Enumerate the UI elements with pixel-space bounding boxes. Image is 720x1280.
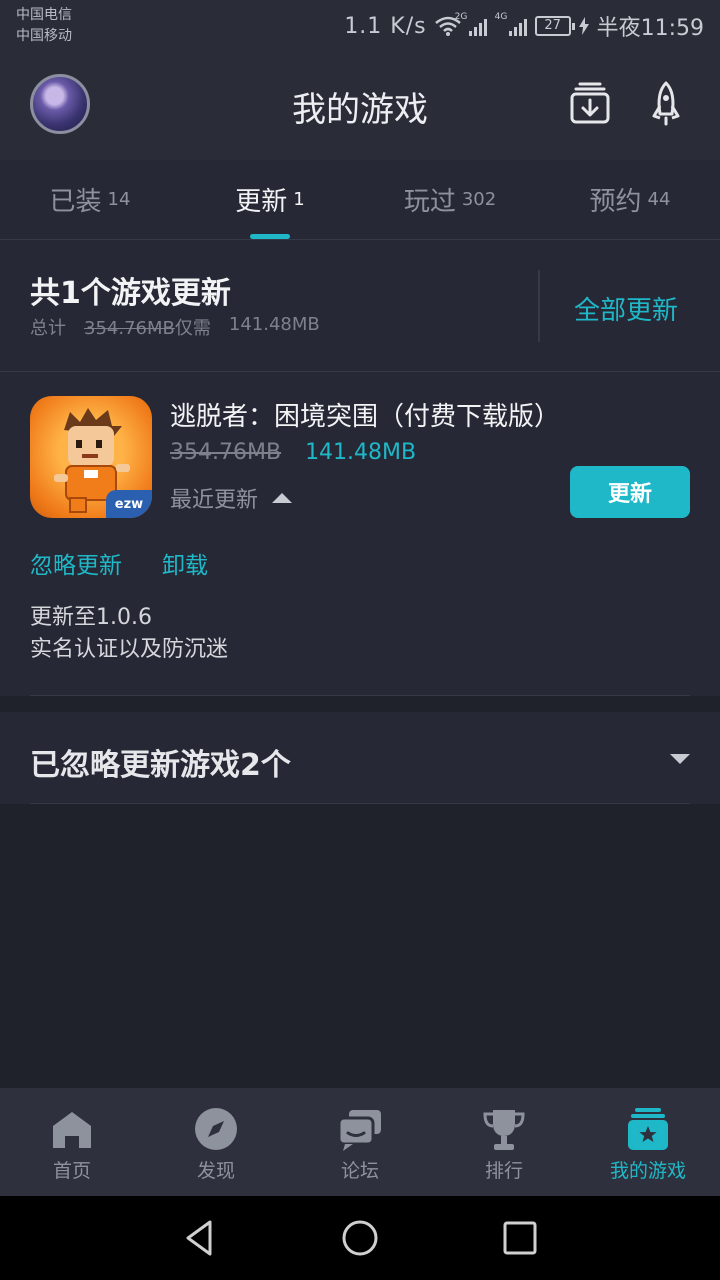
update-notes: 更新至1.0.6 实名认证以及防沉迷 [30, 602, 228, 666]
carrier-info: 中国电信 中国移动 [16, 5, 72, 47]
signal-4g-icon: 4G [495, 12, 527, 36]
tab-count: 1 [293, 189, 305, 210]
forum-icon [337, 1110, 381, 1151]
back-icon[interactable] [180, 1218, 220, 1258]
network-speed: 1.1 K/s [344, 13, 427, 39]
divider [538, 270, 540, 342]
nav-label: 首页 [52, 1160, 91, 1182]
net-type-4g: 4G [494, 12, 508, 22]
trophy-icon [483, 1110, 525, 1150]
nav-label: 发现 [196, 1160, 235, 1182]
update-all-button[interactable]: 全部更新 [574, 290, 678, 327]
tab-count: 302 [461, 189, 497, 210]
new-size: 141.48MB [305, 440, 417, 465]
recent-update-toggle[interactable]: 最近更新 [170, 482, 293, 514]
tab-label: 已装 [49, 187, 102, 217]
compass-icon [195, 1108, 237, 1150]
charging-icon [578, 17, 589, 35]
divider [30, 803, 690, 804]
nav-my-games[interactable]: 我的游戏 [576, 1088, 720, 1196]
game-title[interactable]: 逃脱者：困境突围（付费下载版） [170, 396, 560, 433]
nav-label: 我的游戏 [609, 1160, 686, 1182]
app-header: 我的游戏 [0, 52, 720, 160]
net-type-2g: 2G [454, 12, 468, 22]
tab-label: 玩过 [403, 187, 456, 217]
tab-label: 预约 [589, 187, 642, 217]
update-summary: 共1个游戏更新 总计 354.76MB仅需 141.48MB 全部更新 [0, 240, 720, 372]
old-size: 354.76MB [170, 440, 282, 465]
carrier-1: 中国电信 [16, 7, 72, 23]
my-games-icon [628, 1108, 668, 1150]
home-button-icon[interactable] [340, 1218, 380, 1258]
home-icon [53, 1112, 91, 1148]
divider [30, 695, 690, 696]
tab-label: 更新 [235, 187, 288, 217]
version-note: 更新至1.0.6 [30, 605, 152, 630]
collapse-arrow-icon [272, 493, 293, 503]
system-navigation-bar [0, 1196, 720, 1280]
uninstall-link[interactable]: 卸载 [162, 546, 208, 580]
ezw-badge: ezw [106, 490, 152, 518]
ignored-title: 已忽略更新游戏2个 [30, 748, 291, 783]
signal-2g-icon: 2G [455, 12, 487, 36]
nav-discover[interactable]: 发现 [144, 1088, 288, 1196]
nav-forum[interactable]: 论坛 [288, 1088, 432, 1196]
ignored-updates-section[interactable]: 已忽略更新游戏2个 [0, 712, 720, 804]
rocket-icon[interactable] [642, 80, 690, 128]
badge-text: ezw [114, 496, 144, 512]
bottom-navigation: 首页 发现 论坛 排行 我的游戏 [0, 1088, 720, 1196]
nav-home[interactable]: 首页 [0, 1088, 144, 1196]
game-actions: 忽略更新 卸载 [30, 546, 208, 580]
needed-size: 141.48MB [228, 314, 320, 335]
game-icon[interactable]: ezw [30, 396, 152, 518]
nav-label: 论坛 [340, 1160, 379, 1182]
carrier-2: 中国移动 [16, 28, 72, 44]
tab-updates[interactable]: 更新 1 [180, 160, 360, 239]
recents-icon[interactable] [500, 1218, 540, 1258]
summary-title: 共1个游戏更新 [30, 276, 231, 311]
tab-count: 44 [647, 189, 671, 210]
tab-reserved[interactable]: 预约 44 [540, 160, 720, 239]
status-bar: 中国电信 中国移动 1.1 K/s 2G 4G 27 半夜11:59 [0, 0, 720, 52]
summary-sizes: 总计 354.76MB仅需 141.48MB [30, 314, 320, 340]
tab-installed[interactable]: 已装 14 [0, 160, 180, 239]
total-label: 总计 [30, 318, 66, 339]
download-manager-icon[interactable] [566, 80, 614, 128]
tab-count: 14 [107, 189, 131, 210]
change-note: 实名认证以及防沉迷 [30, 637, 229, 662]
expand-arrow-icon [670, 754, 690, 764]
ignore-update-link[interactable]: 忽略更新 [30, 546, 122, 580]
nav-ranking[interactable]: 排行 [432, 1088, 576, 1196]
tab-bar: 已装 14 更新 1 玩过 302 预约 44 [0, 160, 720, 240]
clock: 半夜11:59 [596, 16, 704, 41]
update-button[interactable]: 更新 [570, 466, 690, 518]
game-update-card: ezw 逃脱者：困境突围（付费下载版） 354.76MB 141.48MB 最近… [0, 372, 720, 696]
tab-played[interactable]: 玩过 302 [360, 160, 540, 239]
status-indicators: 1.1 K/s 2G 4G 27 半夜11:59 [344, 8, 704, 44]
game-sizes: 354.76MB 141.48MB [170, 440, 416, 465]
total-size: 354.76MB [84, 318, 175, 339]
nav-label: 排行 [484, 1160, 523, 1182]
needed-label: 仅需 [174, 318, 211, 339]
recent-label: 最近更新 [170, 488, 259, 513]
battery-icon: 27 [534, 16, 575, 36]
battery-level: 27 [544, 18, 561, 33]
